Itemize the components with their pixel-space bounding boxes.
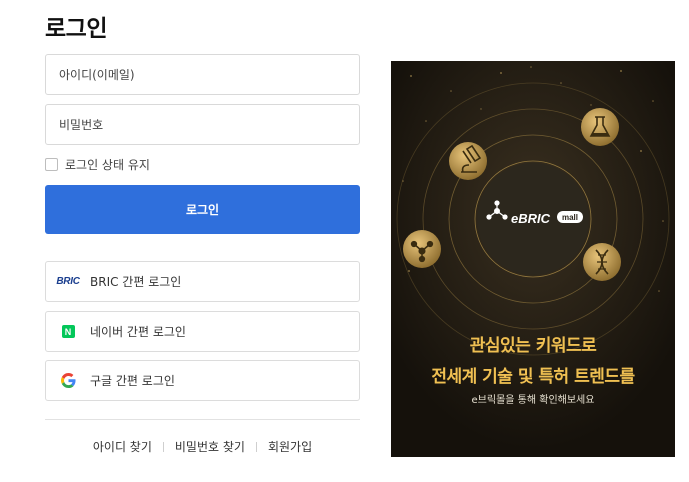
account-links: 아이디 찾기 비밀번호 찾기 회원가입 [45,438,360,455]
ebric-logo-text: eBRIC [511,211,551,226]
password-field-wrapper [45,104,360,145]
keep-login-checkbox[interactable] [45,158,58,171]
flask-icon [581,108,619,146]
bric-login-label: BRIC 간편 로그인 [90,275,182,289]
naver-login-button[interactable]: N 네이버 간편 로그인 [45,311,360,352]
email-field[interactable] [46,55,359,94]
keep-login-option[interactable]: 로그인 상태 유지 [45,156,150,173]
login-button[interactable]: 로그인 [45,185,360,234]
dna-icon [583,243,621,281]
page-title: 로그인 [45,16,107,42]
microscope-icon [449,142,487,180]
link-separator [255,441,257,452]
banner-headline-1: 관심있는 키워드로 [469,336,597,356]
email-field-wrapper [45,54,360,95]
find-id-link[interactable]: 아이디 찾기 [93,438,152,455]
keep-login-label: 로그인 상태 유지 [65,158,150,172]
bric-logo-icon: BRIC [53,276,83,287]
find-password-link[interactable]: 비밀번호 찾기 [175,438,245,455]
naver-logo-letter: N [61,325,75,338]
signup-link[interactable]: 회원가입 [268,438,312,455]
mall-badge-text: mall [562,213,578,222]
google-icon [53,373,83,388]
molecule-icon [403,230,441,268]
google-g-icon [60,373,76,388]
promo-banner[interactable]: eBRIC mall 관심있는 키워드로 전세계 기술 및 특허 트렌드를 e브… [391,61,675,457]
google-login-button[interactable]: 구글 간편 로그인 [45,360,360,401]
naver-login-label: 네이버 간편 로그인 [90,325,186,339]
password-field[interactable] [46,105,359,144]
link-separator [162,441,164,452]
naver-icon: N [53,325,83,338]
banner-subtext: e브릭몰을 통해 확인해보세요 [471,395,595,406]
banner-headline-2: 전세계 기술 및 특허 트렌드를 [431,367,635,387]
bric-login-button[interactable]: BRIC BRIC 간편 로그인 [45,261,360,302]
google-login-label: 구글 간편 로그인 [90,374,175,388]
divider [45,419,360,420]
bric-logo-text: BRIC [56,276,80,287]
